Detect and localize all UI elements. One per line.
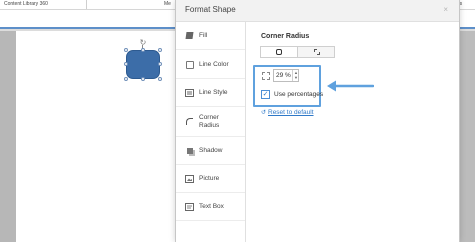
rotate-handle-icon[interactable]: ↻: [139, 38, 147, 47]
radius-value[interactable]: 29 %: [276, 72, 291, 79]
stepper-down-icon[interactable]: ▼: [294, 76, 298, 80]
reset-icon[interactable]: ↺: [261, 109, 266, 116]
close-icon[interactable]: ×: [443, 5, 448, 14]
resize-handle[interactable]: [158, 77, 162, 81]
square-corners-option[interactable]: [298, 47, 335, 57]
nav-item-label: Corner Radius: [199, 113, 220, 129]
corner-shape-toggle: [260, 46, 335, 58]
nav-item-label: Picture: [199, 174, 220, 182]
resize-handle[interactable]: [158, 48, 162, 52]
selected-rounded-rectangle[interactable]: [126, 50, 160, 79]
nav-item-picture[interactable]: Picture: [176, 165, 245, 193]
nav-item-shadow[interactable]: Shadow: [176, 137, 245, 165]
format-shape-dialog: Format Shape × Fill Line Color Line Styl…: [175, 0, 460, 242]
shadow-icon: [185, 146, 194, 155]
nav-item-fill[interactable]: Fill: [176, 22, 245, 50]
nav-item-label: Line Style: [199, 88, 228, 96]
stepper-arrows: ▲ ▼: [292, 70, 298, 81]
checkmark-icon: ✓: [262, 91, 269, 98]
nav-item-text-box[interactable]: Text Box: [176, 193, 245, 221]
format-nav: Fill Line Color Line Style Corner Radius…: [176, 22, 246, 242]
nav-item-corner-radius[interactable]: Corner Radius: [176, 107, 245, 137]
resize-handle[interactable]: [124, 62, 128, 66]
radius-stepper[interactable]: 29 % ▲ ▼: [273, 69, 299, 82]
nav-item-label: Text Box: [199, 202, 224, 210]
canvas-right-margin: [459, 31, 475, 242]
ribbon-tab-content-library[interactable]: Content Library 360: [4, 0, 84, 9]
picture-icon: [185, 174, 194, 183]
text-box-icon: [185, 202, 194, 211]
use-percentages-checkbox[interactable]: ✓: [261, 90, 270, 99]
resize-handle[interactable]: [141, 48, 145, 52]
rounded-square-icon: [276, 49, 282, 55]
nav-item-line-style[interactable]: Line Style: [176, 79, 245, 107]
nav-item-line-color[interactable]: Line Color: [176, 51, 245, 79]
corner-radius-panel: Corner Radius 29 % ▲ ▼ ✓ Use percentages…: [247, 22, 459, 242]
radius-dashed-corner-icon: [262, 72, 270, 80]
resize-handle[interactable]: [158, 62, 162, 66]
callout-arrow-icon: [327, 80, 374, 92]
canvas-left-margin: [0, 31, 16, 242]
nav-item-label: Shadow: [199, 146, 223, 154]
resize-handle[interactable]: [141, 77, 145, 81]
resize-handle[interactable]: [124, 77, 128, 81]
use-percentages-label[interactable]: Use percentages: [274, 91, 323, 98]
rounded-corners-option[interactable]: [261, 47, 298, 57]
reset-to-default-link[interactable]: Reset to default: [268, 109, 314, 116]
corner-radius-icon: [185, 117, 194, 126]
ribbon-divider: [86, 0, 87, 9]
corner-brackets-icon: [313, 49, 320, 55]
resize-handle[interactable]: [124, 48, 128, 52]
nav-item-label: Fill: [199, 31, 208, 39]
section-title: Corner Radius: [261, 33, 310, 40]
dialog-title: Format Shape: [185, 5, 236, 14]
nav-item-label: Line Color: [199, 60, 229, 68]
fill-icon: [185, 31, 194, 40]
dialog-header[interactable]: Format Shape ×: [176, 0, 459, 22]
line-color-icon: [185, 60, 194, 69]
line-style-icon: [185, 88, 194, 97]
